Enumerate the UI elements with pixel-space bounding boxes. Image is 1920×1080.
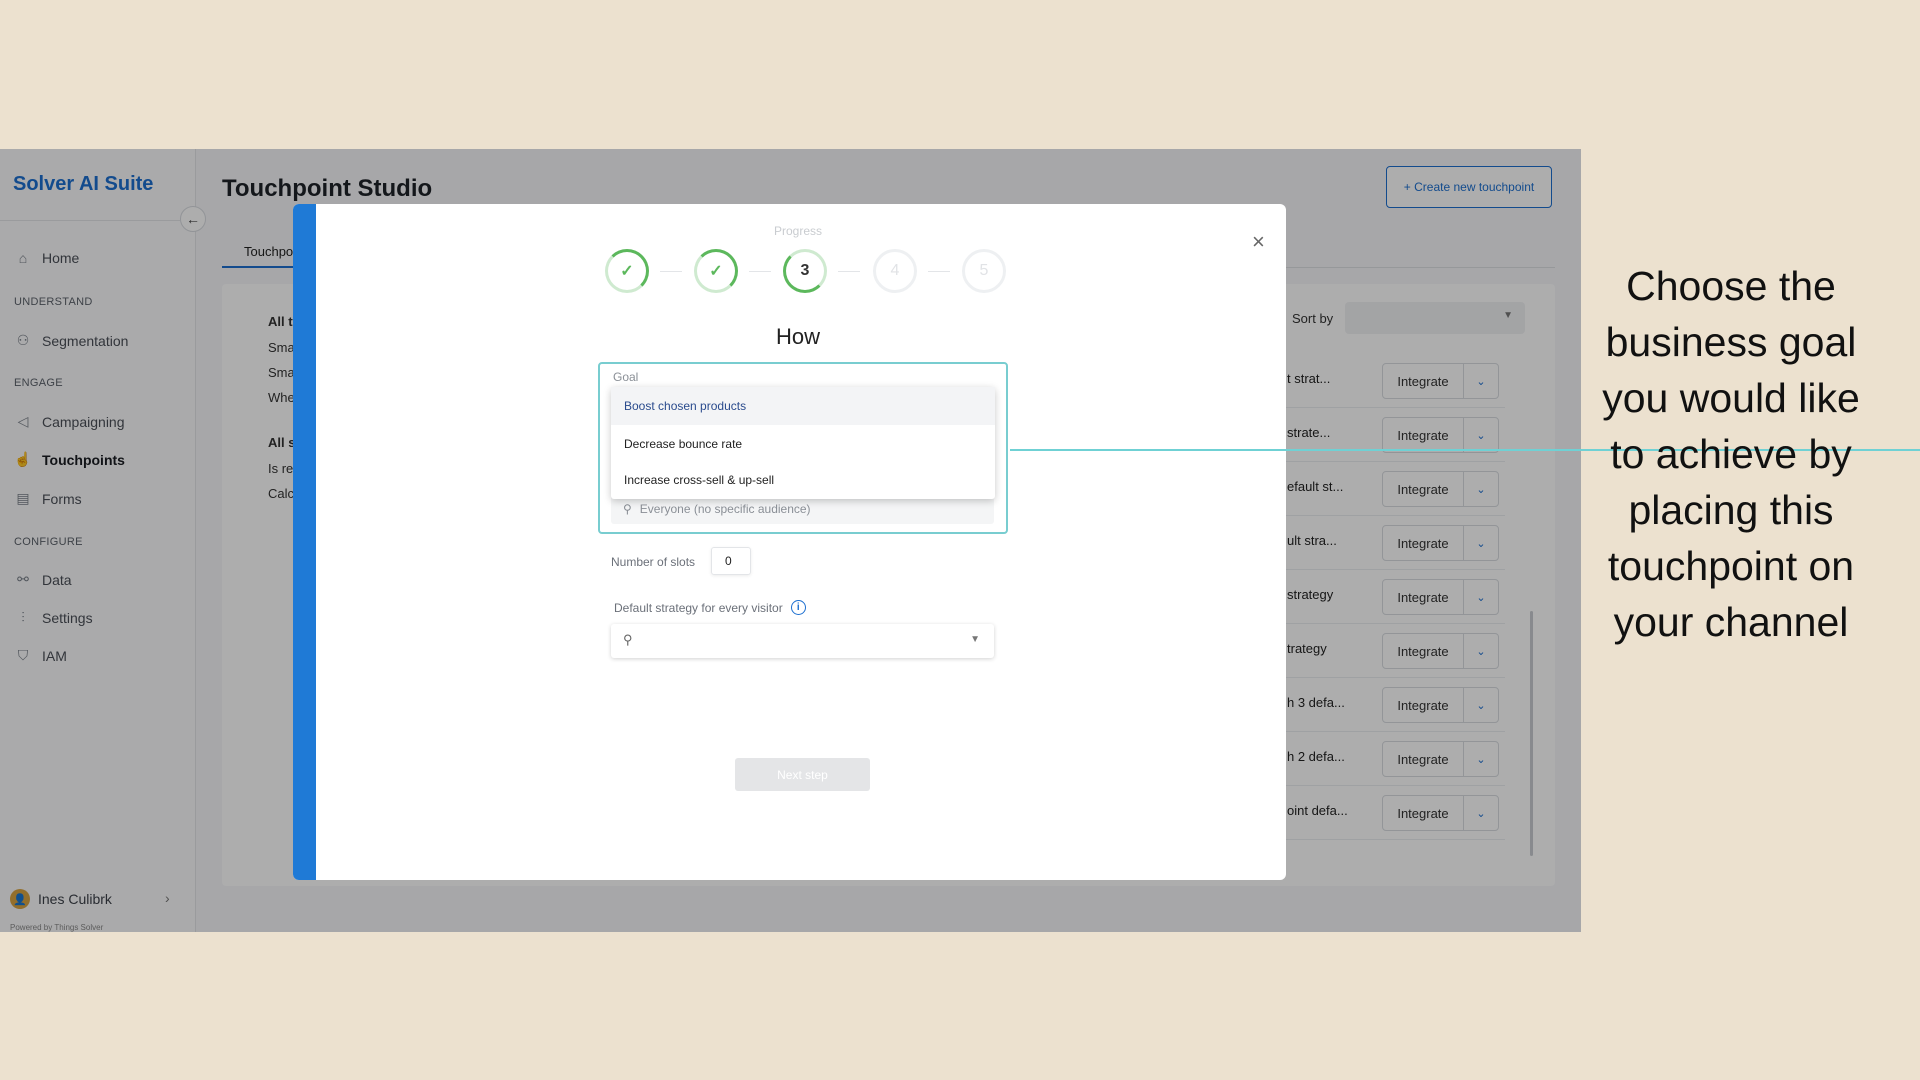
app-screenshot: Solver AI Suite ⌂ Home UNDERSTAND ⚇ Segm…	[0, 149, 1581, 932]
annotation-text: Choose the business goal you would like …	[1602, 263, 1860, 645]
goal-option-cross-sell[interactable]: Increase cross-sell & up-sell	[611, 461, 995, 499]
step-connector	[749, 271, 771, 272]
caret-down-icon: ▼	[970, 634, 980, 645]
goal-option-bounce[interactable]: Decrease bounce rate	[611, 425, 995, 463]
create-touchpoint-dialog: × Progress ✓ ✓ 3 4 5 How Goal ⚲ Everyone…	[293, 204, 1286, 880]
step-2[interactable]: ✓	[694, 249, 738, 293]
step-connector	[928, 271, 950, 272]
default-strategy-label-row: Default strategy for every visitor i	[614, 600, 806, 615]
step-1[interactable]: ✓	[605, 249, 649, 293]
step-3[interactable]: 3	[783, 249, 827, 293]
slots-input[interactable]: 0	[711, 547, 751, 575]
step-connector	[838, 271, 860, 272]
goal-dropdown-menu: Boost chosen products Decrease bounce ra…	[611, 387, 995, 499]
info-icon[interactable]: i	[790, 600, 806, 615]
step-5: 5	[962, 249, 1006, 293]
slots-label: Number of slots	[611, 555, 696, 569]
goal-label: Goal	[613, 370, 639, 384]
audience-placeholder: Everyone (no specific audience)	[639, 502, 811, 516]
step-heading: How	[775, 324, 820, 349]
callout-line	[1010, 449, 1581, 451]
progress-label: Progress	[773, 224, 823, 238]
goal-option-boost[interactable]: Boost chosen products	[611, 387, 995, 425]
step-4: 4	[873, 249, 917, 293]
search-icon: ⚲	[623, 502, 632, 516]
close-icon[interactable]: ×	[1252, 229, 1265, 255]
default-strategy-label: Default strategy for every visitor	[614, 600, 783, 615]
next-step-button[interactable]: Next step	[735, 758, 870, 791]
step-connector	[660, 271, 682, 272]
dialog-accent-stripe	[293, 204, 316, 880]
search-icon: ⚲	[623, 632, 633, 647]
default-strategy-select[interactable]: ⚲ ▼	[611, 624, 994, 658]
